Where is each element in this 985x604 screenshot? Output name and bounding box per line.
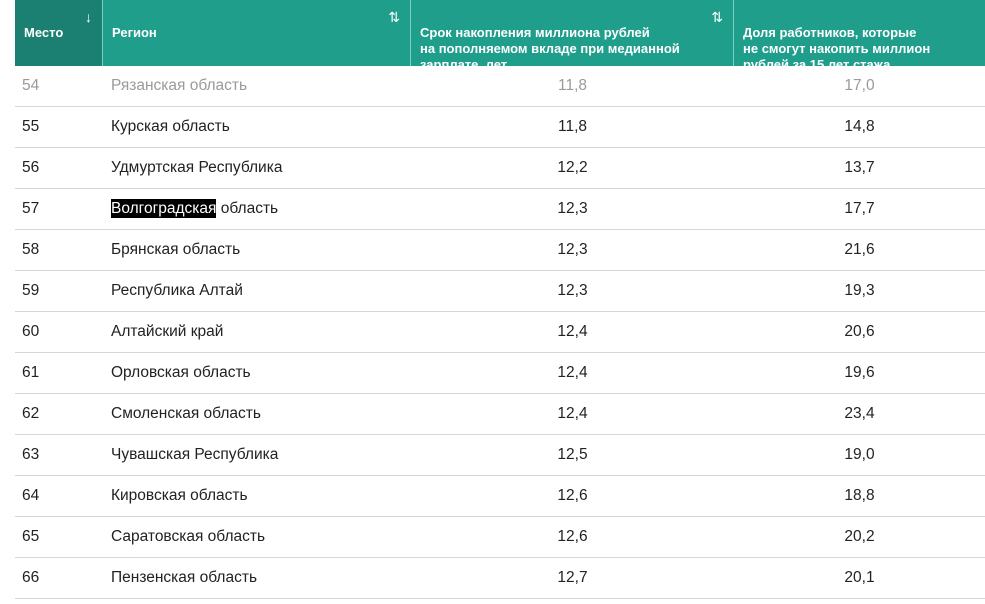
cell-region: Брянская область: [111, 241, 241, 258]
cell-share: 17,7: [844, 200, 875, 217]
cell-term: 12,3: [557, 241, 588, 258]
cell-term: 12,2: [557, 159, 588, 176]
column-header-share[interactable]: Доля работников, которые не смогут накоп…: [734, 0, 985, 72]
cell-share: 23,4: [844, 405, 875, 422]
sort-updown-icon[interactable]: ⇅: [711, 8, 723, 26]
cell-rank: 66: [22, 569, 40, 586]
column-header-share-label: Доля работников, которые не смогут накоп…: [743, 25, 931, 72]
cell-rank: 65: [22, 528, 40, 545]
cell-term: 11,8: [557, 118, 588, 135]
selected-text-highlight[interactable]: Волгоградская: [111, 199, 217, 218]
cell-region: Смоленская область: [111, 405, 261, 422]
cell-term: 12,6: [557, 487, 588, 504]
cell-region: Саратовская область: [111, 528, 266, 545]
cell-region: Орловская область: [111, 364, 251, 381]
sort-desc-arrow-icon[interactable]: ↓: [85, 8, 92, 26]
cell-rank: 63: [22, 446, 40, 463]
cell-share: 14,8: [844, 118, 875, 135]
cell-rank: 60: [22, 323, 40, 340]
cell-rank: 54: [22, 77, 40, 94]
cell-region: Алтайский край: [111, 323, 224, 340]
table-row[interactable]: 58 Брянская область 12,3 21,6: [15, 230, 985, 271]
cell-rank: 64: [22, 487, 40, 504]
cell-share: 19,6: [844, 364, 875, 381]
cell-term: 12,6: [557, 528, 588, 545]
column-header-term-label: Срок накопления миллиона рублей на попол…: [420, 25, 680, 72]
table-row[interactable]: 64 Кировская область 12,6 18,8: [15, 476, 985, 517]
cell-term: 12,4: [557, 364, 588, 381]
cell-share: 20,2: [844, 528, 875, 545]
column-header-region-label: Регион: [112, 25, 157, 40]
cell-share: 19,3: [844, 282, 875, 299]
table-row[interactable]: 65 Саратовская область 12,6 20,2: [15, 517, 985, 558]
cell-term: 12,4: [557, 405, 588, 422]
cell-rank: 58: [22, 241, 40, 258]
ranking-table: Место ↓ Регион ⇅ Срок накопления миллион…: [15, 0, 985, 599]
cell-region: Волгоградская область: [103, 199, 411, 218]
cell-term: 12,3: [557, 200, 588, 217]
cell-share: 18,8: [844, 487, 875, 504]
cell-rank: 55: [22, 118, 40, 135]
cell-term: 12,7: [557, 569, 588, 586]
table-header: Место ↓ Регион ⇅ Срок накопления миллион…: [15, 0, 985, 72]
cell-rank: 59: [22, 282, 40, 299]
cell-rank: 57: [22, 200, 40, 217]
cell-term: 12,5: [557, 446, 588, 463]
cell-region: Пензенская область: [111, 569, 258, 586]
column-header-rank-label: Место: [24, 25, 64, 40]
cell-region: Курская область: [111, 118, 230, 135]
column-header-rank[interactable]: Место ↓: [15, 0, 103, 66]
cell-rank: 62: [22, 405, 40, 422]
cell-region: Рязанская область: [111, 77, 248, 94]
table-row[interactable]: 63 Чувашская Республика 12,5 19,0: [15, 435, 985, 476]
cell-region: Удмуртская Республика: [111, 159, 283, 176]
cell-share: 21,6: [844, 241, 875, 258]
table-row[interactable]: 66 Пензенская область 12,7 20,1: [15, 558, 985, 599]
cell-share: 19,0: [844, 446, 875, 463]
sort-updown-icon[interactable]: ⇅: [388, 8, 400, 26]
table-body: 54 Рязанская область 11,8 17,0 55 Курска…: [15, 66, 985, 599]
cell-rank: 56: [22, 159, 40, 176]
table-row[interactable]: 60 Алтайский край 12,4 20,6: [15, 312, 985, 353]
cell-region-rest: область: [216, 200, 279, 217]
cell-term: 12,3: [557, 282, 588, 299]
column-header-region[interactable]: Регион ⇅: [103, 0, 411, 66]
table-row[interactable]: 61 Орловская область 12,4 19,6: [15, 353, 985, 394]
table-row[interactable]: 62 Смоленская область 12,4 23,4: [15, 394, 985, 435]
cell-share: 20,6: [844, 323, 875, 340]
table-row[interactable]: 57 Волгоградская область 12,3 17,7: [15, 189, 985, 230]
table-row[interactable]: 59 Республика Алтай 12,3 19,3: [15, 271, 985, 312]
column-header-term[interactable]: Срок накопления миллиона рублей на попол…: [411, 0, 734, 72]
table-row[interactable]: 56 Удмуртская Республика 12,2 13,7: [15, 148, 985, 189]
cell-term: 12,4: [557, 323, 588, 340]
cell-region: Республика Алтай: [111, 282, 243, 299]
cell-region: Кировская область: [111, 487, 248, 504]
cell-rank: 61: [22, 364, 40, 381]
cell-region: Чувашская Республика: [111, 446, 279, 463]
cell-share: 20,1: [844, 569, 875, 586]
table-row[interactable]: 55 Курская область 11,8 14,8: [15, 107, 985, 148]
cell-share: 13,7: [844, 159, 875, 176]
